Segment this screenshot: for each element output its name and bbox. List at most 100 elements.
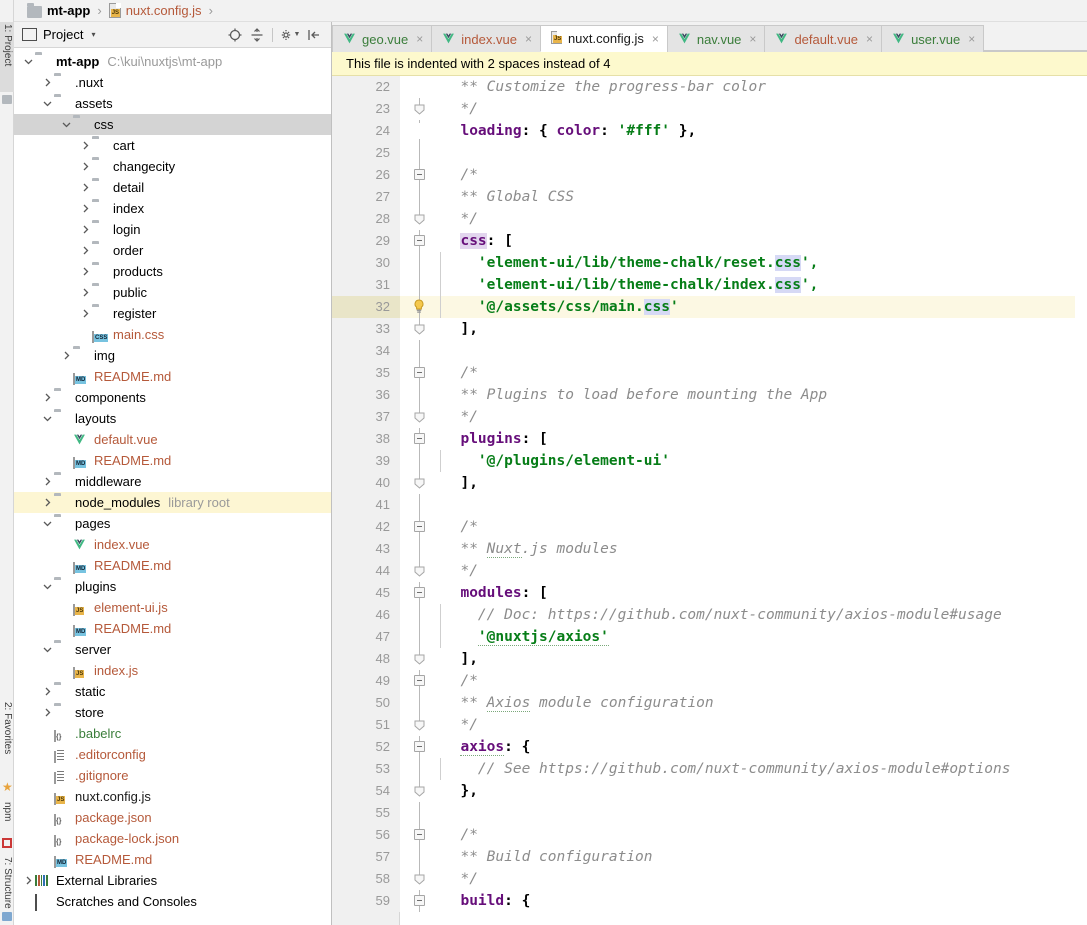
gutter-marker-area[interactable] <box>400 582 442 604</box>
code-line[interactable]: 39 '@/plugins/element-ui' <box>332 450 1087 472</box>
chevron-right-icon[interactable] <box>22 874 35 887</box>
fold-end-marker[interactable] <box>414 653 425 665</box>
code-line-text[interactable]: /* <box>442 164 477 186</box>
line-number[interactable]: 26 <box>332 164 400 186</box>
gutter-marker-area[interactable] <box>400 186 442 208</box>
gutter-marker-area[interactable] <box>400 758 442 780</box>
line-number[interactable]: 31 <box>332 274 400 296</box>
fold-end-marker[interactable] <box>414 323 425 335</box>
gutter-marker-area[interactable] <box>400 274 442 296</box>
gutter-marker-area[interactable] <box>400 428 442 450</box>
gutter-marker-area[interactable] <box>400 516 442 538</box>
editor-tab[interactable]: index.vue × <box>431 25 541 52</box>
code-line[interactable]: 53 // See https://github.com/nuxt-commun… <box>332 758 1087 780</box>
gutter-marker-area[interactable] <box>400 362 442 384</box>
line-number[interactable]: 30 <box>332 252 400 274</box>
tree-row[interactable]: store <box>14 702 331 723</box>
code-line-text[interactable]: '@nuxtjs/axios' <box>442 626 609 648</box>
code-line[interactable]: 51 */ <box>332 714 1087 736</box>
code-line[interactable]: 23 */ <box>332 98 1087 120</box>
code-line[interactable]: 58 */ <box>332 868 1087 890</box>
chevron-right-icon[interactable] <box>41 76 54 89</box>
line-number[interactable]: 38 <box>332 428 400 450</box>
tree-row[interactable]: middleware <box>14 471 331 492</box>
tree-row[interactable]: order <box>14 240 331 261</box>
tree-row[interactable]: static <box>14 681 331 702</box>
fold-marker[interactable] <box>414 895 425 906</box>
close-icon[interactable]: × <box>652 32 659 46</box>
chevron-down-icon[interactable]: ▾ <box>91 30 95 39</box>
fold-marker[interactable] <box>414 741 425 752</box>
tree-row[interactable]: changecity <box>14 156 331 177</box>
code-line[interactable]: 33 ], <box>332 318 1087 340</box>
line-number[interactable]: 50 <box>332 692 400 714</box>
fold-end-marker[interactable] <box>414 213 425 225</box>
line-number[interactable]: 42 <box>332 516 400 538</box>
line-number[interactable]: 52 <box>332 736 400 758</box>
code-line[interactable]: 30 'element-ui/lib/theme-chalk/reset.css… <box>332 252 1087 274</box>
code-line[interactable]: 27 ** Global CSS <box>332 186 1087 208</box>
gutter-marker-area[interactable] <box>400 142 442 164</box>
code-line[interactable]: 26 /* <box>332 164 1087 186</box>
code-line[interactable]: 32 '@/assets/css/main.css' <box>332 296 1087 318</box>
code-line[interactable]: 48 ], <box>332 648 1087 670</box>
chevron-right-icon[interactable] <box>79 223 92 236</box>
fold-marker[interactable] <box>414 675 425 686</box>
chevron-right-icon[interactable] <box>41 685 54 698</box>
chevron-right-icon[interactable] <box>79 307 92 320</box>
gutter-marker-area[interactable] <box>400 824 442 846</box>
tree-row[interactable]: pages <box>14 513 331 534</box>
code-line-text[interactable]: ** Global CSS <box>442 186 574 208</box>
code-editor[interactable]: 22 ** Customize the progress-bar color 23… <box>332 76 1087 925</box>
line-number[interactable]: 33 <box>332 318 400 340</box>
code-line[interactable]: 47 '@nuxtjs/axios' <box>332 626 1087 648</box>
tree-row[interactable]: {} .babelrc <box>14 723 331 744</box>
code-line-text[interactable]: */ <box>442 208 477 230</box>
tree-row[interactable]: products <box>14 261 331 282</box>
line-number[interactable]: 27 <box>332 186 400 208</box>
code-line-text[interactable]: }, <box>442 780 477 802</box>
line-number[interactable]: 23 <box>332 98 400 120</box>
code-line-text[interactable]: */ <box>442 406 477 428</box>
gutter-marker-area[interactable] <box>400 384 442 406</box>
code-line-text[interactable]: */ <box>442 868 477 890</box>
fold-end-marker[interactable] <box>414 477 425 489</box>
gutter-marker-area[interactable] <box>400 164 442 186</box>
code-line-text[interactable]: 'element-ui/lib/theme-chalk/index.css', <box>442 274 818 296</box>
line-number[interactable]: 34 <box>332 340 400 362</box>
line-number[interactable]: 47 <box>332 626 400 648</box>
tree-row[interactable]: components <box>14 387 331 408</box>
line-number[interactable]: 57 <box>332 846 400 868</box>
line-number[interactable]: 36 <box>332 384 400 406</box>
chevron-right-icon[interactable] <box>60 349 73 362</box>
gutter-marker-area[interactable] <box>400 318 442 340</box>
code-line-text[interactable]: // Doc: https://github.com/nuxt-communit… <box>442 604 1002 626</box>
code-line[interactable]: 52 axios: { <box>332 736 1087 758</box>
tree-row[interactable]: layouts <box>14 408 331 429</box>
tree-row[interactable]: index <box>14 198 331 219</box>
code-line[interactable]: 43 ** Nuxt.js modules <box>332 538 1087 560</box>
code-line-text[interactable]: /* <box>442 516 477 538</box>
gutter-marker-area[interactable] <box>400 230 442 252</box>
tree-row[interactable]: server <box>14 639 331 660</box>
tool-window-button-favorites[interactable]: 2: Favorites <box>0 700 14 778</box>
chevron-down-icon[interactable] <box>60 118 73 131</box>
line-number[interactable]: 29 <box>332 230 400 252</box>
tree-row[interactable]: node_modules library root <box>14 492 331 513</box>
fold-end-marker[interactable] <box>414 411 425 423</box>
tree-row[interactable]: .nuxt <box>14 72 331 93</box>
fold-marker[interactable] <box>414 521 425 532</box>
chevron-right-icon[interactable] <box>41 706 54 719</box>
tree-row[interactable]: login <box>14 219 331 240</box>
locate-icon[interactable] <box>224 25 246 45</box>
code-line-text[interactable]: ], <box>442 318 477 340</box>
editor-tab[interactable]: user.vue × <box>881 25 985 52</box>
line-number[interactable]: 28 <box>332 208 400 230</box>
code-line[interactable]: 50 ** Axios module configuration <box>332 692 1087 714</box>
gutter-marker-area[interactable] <box>400 780 442 802</box>
chevron-right-icon[interactable] <box>79 181 92 194</box>
line-number[interactable]: 41 <box>332 494 400 516</box>
code-line-text[interactable]: 'element-ui/lib/theme-chalk/reset.css', <box>442 252 818 274</box>
gutter-marker-area[interactable] <box>400 670 442 692</box>
chevron-right-icon[interactable] <box>41 496 54 509</box>
